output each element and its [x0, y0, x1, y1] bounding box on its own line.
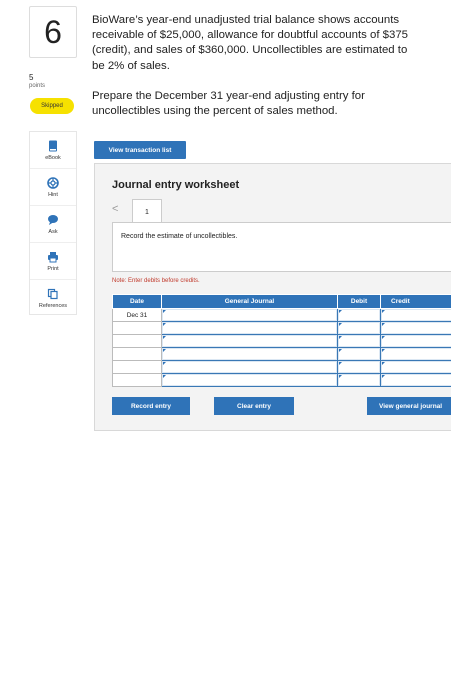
table-row: Dec 31	[112, 308, 451, 322]
tool-label: Hint	[48, 191, 58, 198]
dropdown-caret-icon	[163, 349, 166, 352]
question-instruction: Prepare the December 31 year-end adjusti…	[92, 90, 365, 118]
tool-hint[interactable]: Hint	[30, 169, 76, 206]
printer-icon	[47, 251, 59, 263]
tool-label: eBook	[45, 154, 61, 161]
column-header-date: Date	[112, 294, 162, 309]
date-cell: Dec 31	[112, 308, 162, 322]
dropdown-caret-icon	[163, 336, 166, 339]
table-row	[112, 360, 451, 374]
table-header-row: Date General Journal Debit Credit	[112, 294, 451, 309]
dropdown-caret-icon	[382, 375, 385, 378]
dropdown-caret-icon	[382, 349, 385, 352]
date-cell	[112, 334, 162, 348]
account-input[interactable]	[161, 373, 338, 387]
tool-panel: eBook Hint Ask Print References	[29, 131, 77, 315]
column-header-general-journal: General Journal	[161, 294, 338, 309]
record-entry-button[interactable]: Record entry	[112, 397, 190, 415]
debit-input[interactable]	[337, 373, 381, 387]
dropdown-caret-icon	[339, 375, 342, 378]
tool-ask[interactable]: Ask	[30, 206, 76, 243]
dropdown-caret-icon	[339, 323, 342, 326]
table-row	[112, 321, 451, 335]
dropdown-caret-icon	[163, 310, 166, 313]
credit-input[interactable]	[380, 334, 451, 348]
debit-credit-note: Note: Enter debits before credits.	[112, 278, 200, 284]
credit-input[interactable]	[380, 321, 451, 335]
copy-icon	[47, 288, 59, 300]
instruction-text: Record the estimate of uncollectibles.	[121, 233, 238, 240]
question-number-box: 6	[29, 6, 77, 58]
account-input[interactable]	[161, 334, 338, 348]
points-value: 5	[29, 73, 34, 82]
date-cell	[112, 347, 162, 361]
debit-input[interactable]	[337, 321, 381, 335]
dropdown-caret-icon	[163, 323, 166, 326]
tool-print[interactable]: Print	[30, 243, 76, 280]
tool-references[interactable]: References	[30, 280, 76, 316]
credit-input[interactable]	[380, 360, 451, 374]
account-input[interactable]	[161, 360, 338, 374]
view-general-journal-button[interactable]: View general journal	[367, 397, 451, 415]
tool-label: Print	[47, 265, 59, 272]
dropdown-caret-icon	[382, 310, 385, 313]
dropdown-caret-icon	[339, 336, 342, 339]
dropdown-caret-icon	[382, 362, 385, 365]
question-number: 6	[44, 13, 62, 50]
dropdown-caret-icon	[163, 375, 166, 378]
book-icon	[47, 140, 59, 152]
date-cell	[112, 321, 162, 335]
dropdown-caret-icon	[382, 323, 385, 326]
journal-entry-worksheet: Journal entry worksheet < 1 Record the e…	[94, 163, 451, 431]
debit-input[interactable]	[337, 308, 381, 322]
tool-label: Ask	[48, 228, 58, 235]
view-transaction-list-button[interactable]: View transaction list	[94, 141, 186, 159]
dropdown-caret-icon	[163, 362, 166, 365]
question-text: BioWare’s year-end unadjusted trial bala…	[92, 14, 408, 72]
journal-table: Date General Journal Debit Credit Dec 31	[112, 294, 451, 387]
tab-1[interactable]: 1	[132, 199, 162, 224]
chevron-left-icon[interactable]: <	[112, 203, 118, 215]
credit-input[interactable]	[380, 308, 451, 322]
credit-input[interactable]	[380, 373, 451, 387]
column-header-credit: Credit	[380, 294, 451, 309]
debit-input[interactable]	[337, 334, 381, 348]
lifebuoy-icon	[47, 176, 59, 189]
dropdown-caret-icon	[339, 310, 342, 313]
dropdown-caret-icon	[339, 362, 342, 365]
table-row	[112, 347, 451, 361]
column-header-debit: Debit	[337, 294, 381, 309]
account-input[interactable]	[161, 321, 338, 335]
status-badge: Skipped	[30, 98, 74, 114]
date-cell	[112, 373, 162, 387]
worksheet-title: Journal entry worksheet	[112, 179, 240, 191]
tool-label: References	[38, 302, 68, 309]
points-label: points	[29, 83, 46, 89]
dropdown-caret-icon	[382, 336, 385, 339]
tool-ebook[interactable]: eBook	[30, 132, 76, 169]
debit-input[interactable]	[337, 347, 381, 361]
instruction-box: Record the estimate of uncollectibles.	[112, 222, 451, 272]
account-input[interactable]	[161, 347, 338, 361]
account-input[interactable]	[161, 308, 338, 322]
table-row	[112, 334, 451, 348]
date-cell	[112, 360, 162, 374]
table-row	[112, 373, 451, 387]
credit-input[interactable]	[380, 347, 451, 361]
dropdown-caret-icon	[339, 349, 342, 352]
chat-icon	[47, 214, 59, 226]
clear-entry-button[interactable]: Clear entry	[214, 397, 294, 415]
debit-input[interactable]	[337, 360, 381, 374]
